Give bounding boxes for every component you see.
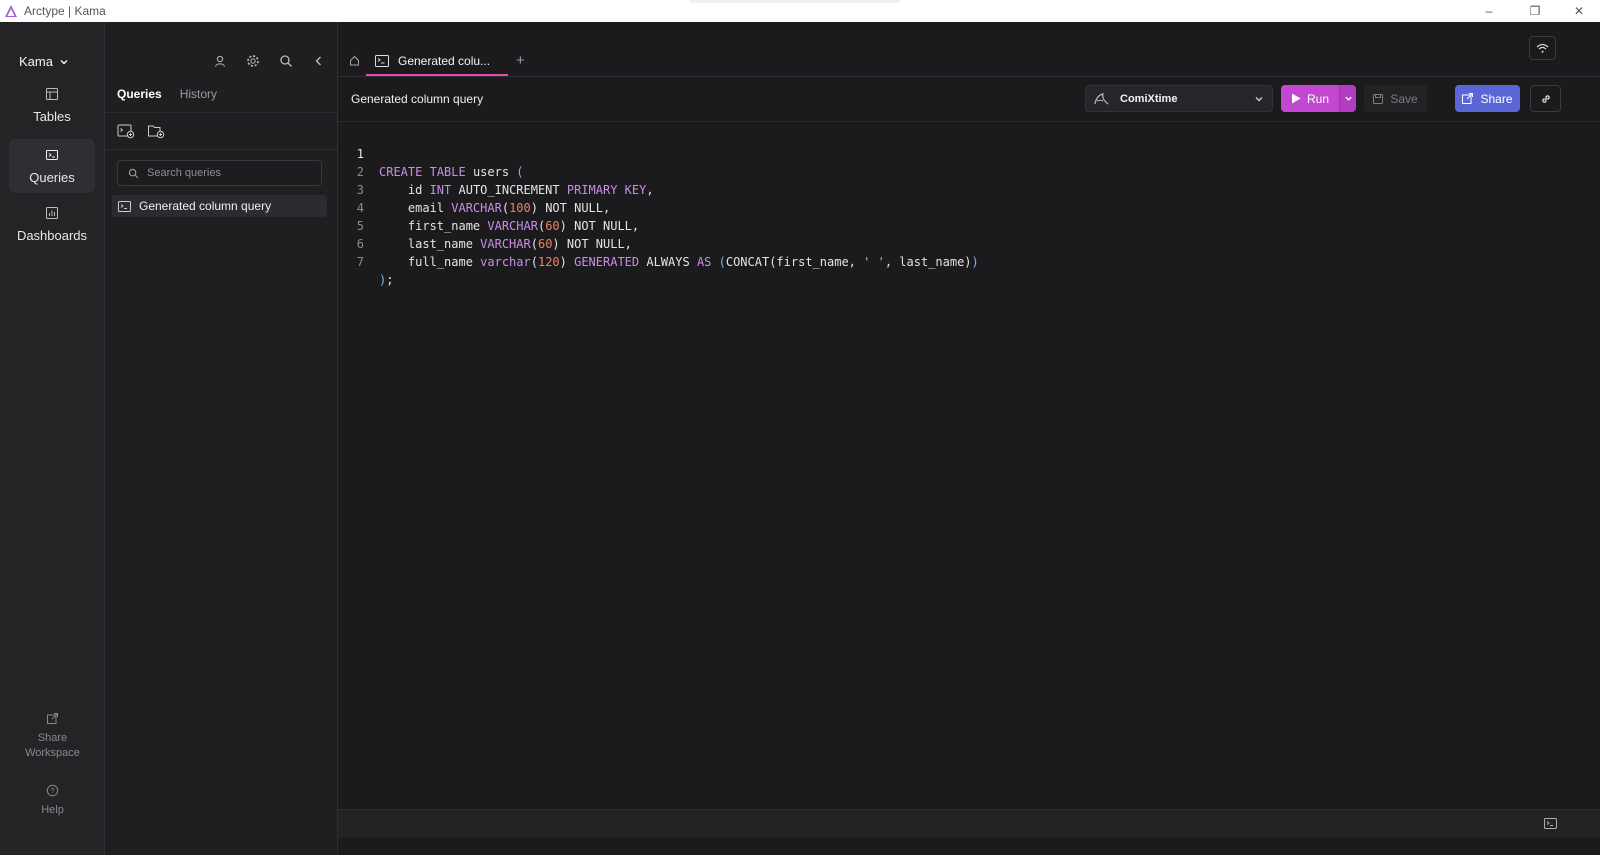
restore-button[interactable]: ❐ (1512, 0, 1558, 22)
main-area: Generated colu... + Generated column que… (338, 22, 1600, 855)
wifi-icon (1536, 43, 1549, 53)
arctype-logo-icon (5, 5, 17, 17)
help-icon: ? (46, 784, 59, 797)
queries-panel: Queries History Generated column query (105, 22, 338, 855)
workspace-switcher[interactable]: Kama (19, 54, 69, 69)
line-number: 7 (356, 255, 364, 269)
chart-icon (46, 206, 58, 219)
code-text: id INT AUTO_INCREMENT PRIMARY KEY, (379, 183, 654, 197)
new-folder-icon[interactable] (147, 123, 165, 139)
status-bar (338, 809, 1600, 838)
query-item-label: Generated column query (139, 199, 272, 213)
run-label: Run (1306, 91, 1329, 106)
query-list-item[interactable]: Generated column query (112, 195, 327, 217)
search-queries-box[interactable] (117, 160, 322, 186)
tab-history[interactable]: History (180, 87, 217, 101)
workspace-label: Workspace (25, 747, 80, 759)
workspace-name: Kama (19, 54, 53, 69)
terminal-icon (46, 149, 58, 160)
share-workspace-button[interactable]: Share Workspace (0, 712, 105, 761)
terminal-icon (375, 55, 389, 67)
window-titlebar: Arctype | Kama – ❐ ✕ (0, 0, 1600, 22)
database-connection-icon (1094, 92, 1109, 104)
connection-status-button[interactable] (1529, 36, 1556, 60)
search-icon[interactable] (269, 53, 302, 69)
search-icon (128, 168, 139, 178)
gear-icon[interactable] (236, 53, 269, 69)
panel-header-actions (203, 53, 335, 69)
code-text: CREATE TABLE users ( (379, 165, 524, 179)
chevron-down-icon (1344, 96, 1352, 101)
tab-label: Generated colu... (398, 54, 491, 68)
collapse-panel-icon[interactable] (302, 53, 335, 69)
tab-bar: Generated colu... + (338, 22, 1600, 77)
query-title: Generated column query (351, 92, 484, 106)
add-tab-button[interactable]: + (516, 52, 525, 69)
code-line: 1 CREATE TABLE users ( (338, 127, 524, 179)
terminal-icon (118, 200, 131, 212)
code-line: 5 last_name VARCHAR(60) NOT NULL, (338, 199, 632, 251)
window-title: Arctype | Kama (24, 4, 106, 18)
run-options-button[interactable] (1339, 85, 1356, 112)
code-text: ); (379, 273, 394, 287)
rail-item-dashboards[interactable]: Dashboards (9, 197, 95, 251)
external-link-icon (1462, 93, 1474, 104)
rail-item-label: Tables (33, 108, 71, 124)
copy-link-button[interactable] (1530, 85, 1561, 112)
user-icon[interactable] (203, 53, 236, 69)
share-label: Share (1480, 91, 1513, 106)
play-icon (1291, 93, 1301, 104)
connection-name: ComiXtime (1120, 92, 1178, 105)
tab-queries[interactable]: Queries (117, 87, 162, 101)
save-button[interactable]: Save (1364, 85, 1427, 112)
help-button[interactable]: ? Help (0, 784, 105, 818)
share-label: Share (37, 732, 68, 744)
terminal-toggle-icon[interactable] (1544, 818, 1557, 829)
link-icon (1541, 94, 1550, 103)
external-link-icon (47, 713, 58, 724)
chevron-down-icon (1255, 96, 1263, 101)
connection-select[interactable]: ComiXtime (1085, 85, 1273, 112)
table-icon (46, 87, 58, 100)
new-query-icon[interactable] (117, 123, 135, 139)
code-text: first_name VARCHAR(60) NOT NULL, (379, 219, 640, 233)
rail-item-label: Queries (29, 169, 75, 185)
code-line: 4 first_name VARCHAR(60) NOT NULL, (338, 181, 639, 233)
save-icon (1373, 93, 1384, 104)
sql-editor[interactable]: 1 CREATE TABLE users ( 2 id INT AUTO_INC… (338, 127, 1600, 807)
tab-generated-column-query[interactable]: Generated colu... (366, 48, 508, 76)
save-label: Save (1390, 91, 1418, 106)
code-line: 7 ); (338, 235, 394, 287)
query-toolbar: Generated column query ComiXtime Run Sav… (338, 78, 1600, 122)
new-query-actions (117, 123, 165, 139)
rail-item-label: Dashboards (16, 227, 88, 243)
panel-tabs: Queries History (117, 87, 217, 101)
chevron-down-icon (60, 59, 68, 65)
rail-item-tables[interactable]: Tables (9, 78, 95, 132)
rail-item-queries[interactable]: Queries (9, 139, 95, 193)
code-line: 2 id INT AUTO_INCREMENT PRIMARY KEY, (338, 145, 654, 197)
divider (105, 149, 338, 150)
titlebar-notch (690, 0, 900, 3)
code-line: 6 full_name varchar(120) GENERATED ALWAY… (338, 217, 979, 269)
search-queries-input[interactable] (147, 167, 317, 179)
home-icon[interactable] (349, 55, 360, 66)
help-label: Help (41, 804, 64, 816)
code-text: full_name varchar(120) GENERATED ALWAYS … (379, 255, 979, 269)
divider (105, 112, 338, 113)
svg-text:?: ? (50, 786, 54, 795)
code-text: last_name VARCHAR(60) NOT NULL, (379, 237, 632, 251)
code-text: email VARCHAR(100) NOT NULL, (379, 201, 611, 215)
minimize-button[interactable]: – (1466, 0, 1512, 22)
navigation-rail: Kama Tables Queries Dashboards Share Wor… (0, 22, 105, 855)
close-button[interactable]: ✕ (1556, 0, 1600, 22)
code-line: 3 email VARCHAR(100) NOT NULL, (338, 163, 610, 215)
share-button[interactable]: Share (1455, 85, 1520, 112)
run-button[interactable]: Run (1281, 85, 1339, 112)
